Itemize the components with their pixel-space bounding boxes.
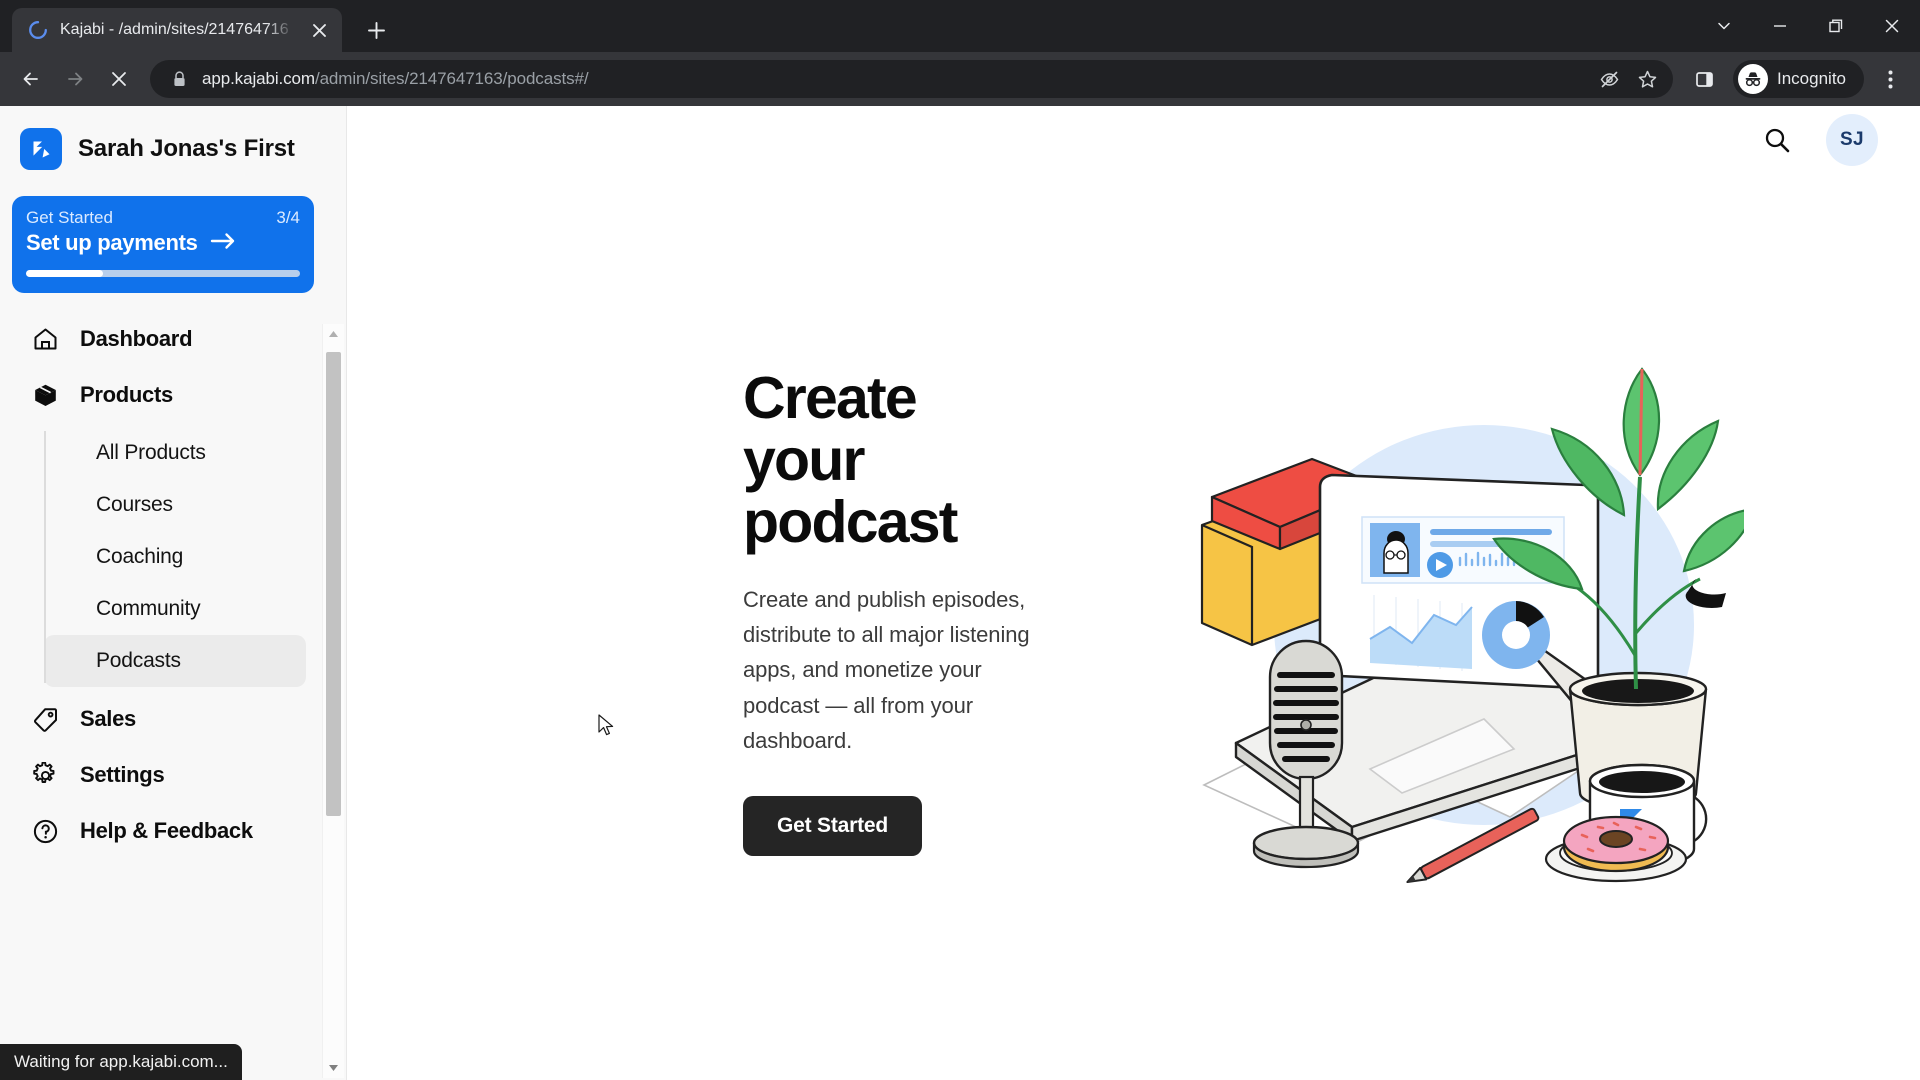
sidebar-item-products[interactable]: Products <box>8 367 314 423</box>
sidebar-subitem-courses[interactable]: Courses <box>44 479 306 531</box>
question-circle-icon <box>30 816 60 846</box>
get-started-label: Get Started <box>26 208 113 227</box>
browser-window: Kajabi - /admin/sites/214764716 app.kaja… <box>0 0 1920 1080</box>
box-icon <box>30 380 60 410</box>
status-bar: Waiting for app.kajabi.com... <box>0 1044 242 1080</box>
sidebar-scrollbar[interactable] <box>322 324 344 1078</box>
sidebar-item-sales[interactable]: Sales <box>8 691 314 747</box>
sidebar-nav: Dashboard Products All Products Courses … <box>0 293 324 859</box>
maximize-button[interactable] <box>1808 2 1864 50</box>
get-started-count: 3/4 <box>276 208 300 227</box>
home-icon <box>30 324 60 354</box>
star-icon[interactable] <box>1629 61 1665 97</box>
omnibox-actions <box>1591 61 1665 97</box>
browser-toolbar: app.kajabi.com/admin/sites/2147647163/po… <box>0 52 1920 106</box>
sidebar-item-dashboard[interactable]: Dashboard <box>8 311 314 367</box>
tab-close-icon[interactable] <box>306 17 332 43</box>
tab-search-button[interactable] <box>1696 2 1752 50</box>
back-button[interactable] <box>10 58 52 100</box>
stop-loading-button[interactable] <box>98 58 140 100</box>
sidebar-label-sales: Sales <box>80 706 136 731</box>
products-subnav: All Products Courses Coaching Community Podc… <box>44 427 324 687</box>
sidebar-item-help-feedback[interactable]: Help & Feedback <box>8 803 314 859</box>
gear-icon <box>30 760 60 790</box>
kebab-menu-icon[interactable] <box>1870 59 1910 99</box>
address-bar[interactable]: app.kajabi.com/admin/sites/2147647163/po… <box>150 60 1673 98</box>
sidebar-scroll-area: Get Started 3/4 Set up payments Dashboar… <box>0 196 346 1080</box>
tab-loading-spinner-icon <box>28 20 48 40</box>
sidebar-subitem-label: Courses <box>96 493 173 516</box>
get-started-card[interactable]: Get Started 3/4 Set up payments <box>12 196 314 293</box>
close-window-button[interactable] <box>1864 2 1920 50</box>
browser-tab[interactable]: Kajabi - /admin/sites/214764716 <box>12 8 342 52</box>
lock-icon <box>168 68 190 90</box>
url-text: app.kajabi.com/admin/sites/2147647163/po… <box>202 69 1591 89</box>
url-host: app.kajabi.com <box>202 69 315 88</box>
avatar[interactable]: SJ <box>1826 114 1878 166</box>
app-header: SJ <box>347 106 1920 174</box>
new-tab-button[interactable] <box>356 10 396 50</box>
sidebar-label-dashboard: Dashboard <box>80 326 193 351</box>
scroll-down-arrow-icon[interactable] <box>323 1058 344 1078</box>
podcast-desk-illustration <box>1200 367 1744 884</box>
side-panel-button[interactable] <box>1683 58 1725 100</box>
get-started-button[interactable]: Get Started <box>743 795 922 856</box>
sidebar-subitem-all-products[interactable]: All Products <box>44 427 306 479</box>
sidebar-label-products: Products <box>80 382 173 407</box>
app-sidebar: Sarah Jonas's First Get Started 3/4 Set … <box>0 106 347 1080</box>
incognito-icon <box>1738 64 1768 94</box>
sidebar-subitem-label: Podcasts <box>96 649 181 672</box>
tab-strip: Kajabi - /admin/sites/214764716 <box>0 0 1920 52</box>
get-started-progress-fill <box>26 270 103 277</box>
sidebar-subitem-label: Coaching <box>96 545 184 568</box>
tab-title: Kajabi - /admin/sites/214764716 <box>60 21 289 38</box>
window-controls <box>1696 0 1920 52</box>
tag-icon <box>30 704 60 734</box>
sidebar-subitem-podcasts[interactable]: Podcasts <box>44 635 306 687</box>
sidebar-item-settings[interactable]: Settings <box>8 747 314 803</box>
brand-name: Sarah Jonas's First <box>78 135 295 162</box>
get-started-action-label: Set up payments <box>26 230 198 255</box>
sidebar-subitem-community[interactable]: Community <box>44 583 306 635</box>
minimize-button[interactable] <box>1752 2 1808 50</box>
sidebar-subitem-label: Community <box>96 597 201 620</box>
incognito-indicator[interactable]: Incognito <box>1733 60 1864 98</box>
forward-button[interactable] <box>54 58 96 100</box>
arrow-right-icon <box>210 232 236 255</box>
search-icon[interactable] <box>1756 119 1798 161</box>
get-started-progress-bar <box>26 270 300 277</box>
scrollbar-track[interactable] <box>326 344 341 1058</box>
sidebar-label-settings: Settings <box>80 762 165 787</box>
eye-off-icon[interactable] <box>1591 61 1627 97</box>
scrollbar-thumb[interactable] <box>326 352 341 817</box>
hero-section: Create your podcast Create and publish e… <box>347 174 1920 1080</box>
get-started-action[interactable]: Set up payments <box>26 230 300 256</box>
page-title: Create your podcast <box>743 365 958 555</box>
get-started-header: Get Started 3/4 <box>26 208 300 228</box>
sidebar-subitem-label: All Products <box>96 441 206 464</box>
url-path: /admin/sites/2147647163/podcasts#/ <box>314 69 589 88</box>
incognito-label: Incognito <box>1777 69 1846 88</box>
main-content: SJ Create your podcast Create and publis… <box>347 106 1920 1080</box>
sidebar-label-help-feedback: Help & Feedback <box>80 818 253 843</box>
scroll-up-arrow-icon[interactable] <box>323 324 344 344</box>
hero-text-block: Create your podcast Create and publish e… <box>347 365 1047 856</box>
hero-subtitle: Create and publish episodes, distribute … <box>743 586 1030 753</box>
kajabi-logo-icon <box>20 128 62 170</box>
sidebar-subitem-coaching[interactable]: Coaching <box>44 531 306 583</box>
hero-illustration-block <box>1047 357 1880 897</box>
page-content: Sarah Jonas's First Get Started 3/4 Set … <box>0 106 1920 1080</box>
brand-header[interactable]: Sarah Jonas's First <box>0 106 346 196</box>
